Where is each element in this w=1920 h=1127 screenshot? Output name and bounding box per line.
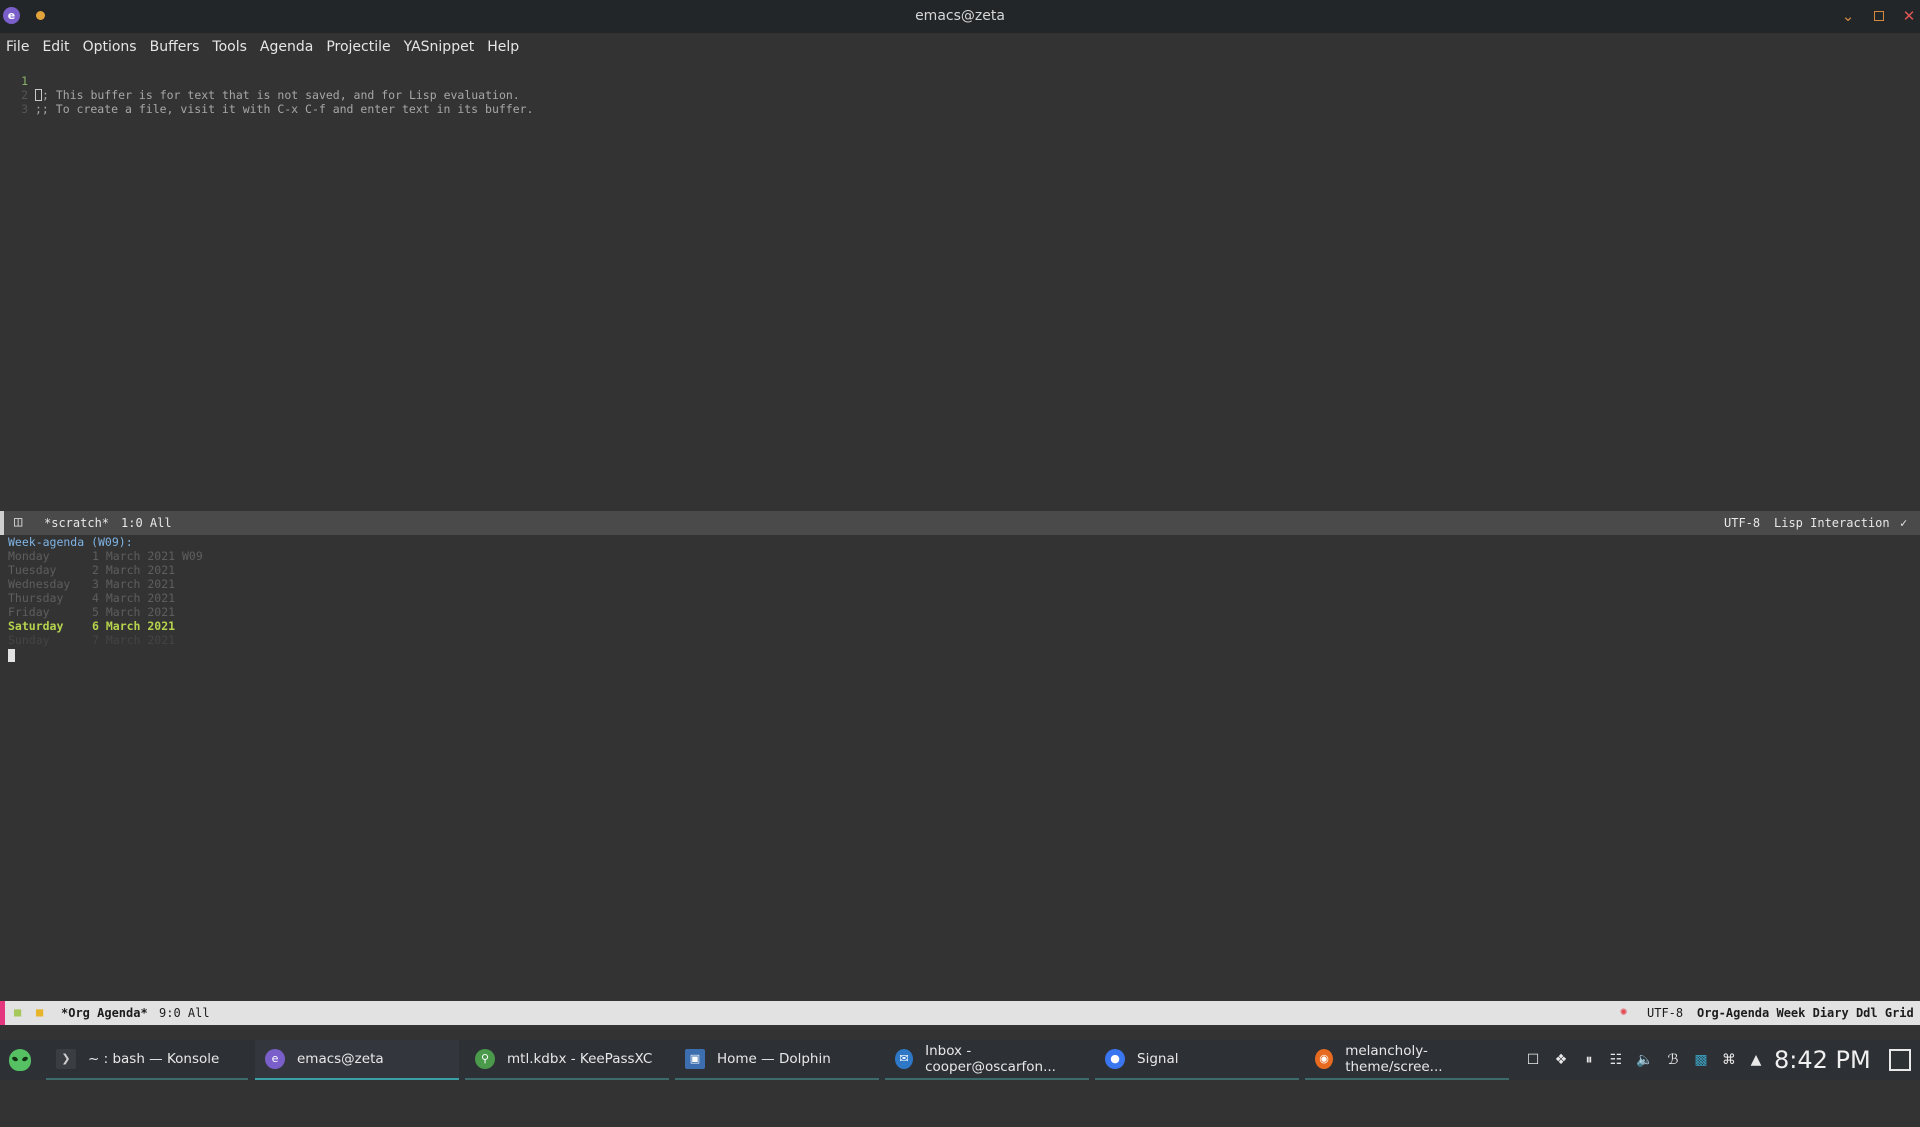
agenda-day-today[interactable]: Saturday	[8, 619, 63, 633]
block-cursor	[8, 649, 15, 662]
pause-icon[interactable]: ⏸	[1580, 1051, 1598, 1069]
menu-file[interactable]: File	[6, 39, 29, 55]
maximize-icon	[1874, 11, 1884, 21]
bluetooth-icon[interactable]: ℬ	[1664, 1051, 1682, 1069]
agenda-date: 4 March 2021	[92, 591, 176, 605]
expand-tray-icon[interactable]: ▲	[1747, 1051, 1765, 1069]
task-label: Home — Dolphin	[717, 1051, 831, 1067]
show-desktop-button[interactable]	[1889, 1049, 1911, 1071]
signal-icon: ●	[1105, 1049, 1125, 1069]
agenda-date: 7 March 2021	[92, 633, 176, 647]
modeline-encoding[interactable]: UTF-8	[1647, 1006, 1683, 1020]
buffer-line[interactable]: 1 ; This buffer is for text that is not …	[0, 60, 1920, 102]
modeline-position: 9:0 All	[159, 1006, 210, 1020]
task-label: ~ : bash — Konsole	[88, 1051, 220, 1067]
keepassxc-icon: ⚲	[475, 1049, 495, 1069]
task-emacs[interactable]: e emacs@zeta	[255, 1040, 459, 1080]
mail-icon: ✉	[895, 1049, 914, 1069]
clipboard-icon[interactable]: ☷	[1607, 1051, 1625, 1069]
terminal-icon: ❯	[56, 1049, 76, 1069]
menu-tools[interactable]: Tools	[212, 39, 247, 55]
agenda-date: 1 March 2021 W09	[92, 549, 203, 563]
modeline-indicator	[0, 1001, 5, 1025]
menu-edit[interactable]: Edit	[42, 39, 69, 55]
task-dolphin[interactable]: ▣ Home — Dolphin	[675, 1040, 879, 1080]
modeline-position: 1:0 All	[121, 516, 172, 530]
task-konsole[interactable]: ❯ ~ : bash — Konsole	[46, 1040, 248, 1080]
notifications-icon[interactable]: ☐	[1524, 1051, 1542, 1069]
task-label: melancholy-theme/scree...	[1345, 1043, 1443, 1075]
window-titlebar[interactable]: e emacs@zeta ⌄ ✕	[0, 0, 1920, 33]
window-title: emacs@zeta	[915, 8, 1005, 24]
scratch-buffer[interactable]: 1 ; This buffer is for text that is not …	[0, 60, 1920, 510]
task-label: emacs@zeta	[297, 1051, 384, 1067]
modeline-encoding[interactable]: UTF-8	[1724, 516, 1760, 530]
task-label: mtl.kdbx - KeePassXC	[507, 1051, 653, 1067]
line-number: 3	[21, 102, 28, 116]
folder-icon: ▣	[685, 1049, 705, 1069]
bug-icon: ✺	[1620, 1004, 1628, 1018]
line-text[interactable]: ;; To create a file, visit it with C-x C…	[35, 102, 534, 116]
task-label: Inbox - cooper@oscarfon...	[925, 1043, 1056, 1075]
firefox-icon: ◉	[1315, 1049, 1334, 1069]
agenda-day[interactable]: Friday	[8, 605, 50, 619]
menu-buffers[interactable]: Buffers	[150, 39, 200, 55]
modeline-buffer-name[interactable]: *scratch*	[44, 516, 109, 530]
task-signal[interactable]: ● Signal	[1095, 1040, 1299, 1080]
task-label: Signal	[1137, 1051, 1179, 1067]
dropbox-icon[interactable]: ❖	[1552, 1051, 1570, 1069]
lock-icon: ■	[36, 1005, 44, 1019]
buffer-icon: ◫	[14, 514, 23, 530]
clock[interactable]: 8:42 PM	[1774, 1046, 1871, 1074]
emacs-icon: e	[265, 1049, 285, 1069]
buffer-line[interactable]: 3	[0, 88, 1920, 116]
modeline-buffer-name[interactable]: *Org Agenda*	[61, 1006, 148, 1020]
modeline-major-mode[interactable]: Org-Agenda Week Diary Ddl Grid	[1697, 1006, 1914, 1020]
agenda-day[interactable]: Wednesday	[8, 577, 70, 591]
agenda-date: 2 March 2021	[92, 563, 176, 577]
agenda-date: 5 March 2021	[92, 605, 176, 619]
modeline-org-agenda[interactable]: ■ ■ *Org Agenda* 9:0 All ✺ UTF-8 Org-Age…	[0, 1001, 1920, 1025]
menu-agenda[interactable]: Agenda	[260, 39, 313, 55]
close-button[interactable]: ✕	[1899, 6, 1919, 26]
agenda-date: 3 March 2021	[92, 577, 176, 591]
checkmark-icon: ✓	[1900, 516, 1908, 530]
menu-yasnippet[interactable]: YASnippet	[404, 39, 475, 55]
volume-icon[interactable]: 🔈	[1636, 1051, 1654, 1069]
modeline-indicator	[0, 511, 4, 535]
task-firefox[interactable]: ◉ melancholy-theme/scree...	[1305, 1040, 1509, 1080]
agenda-day[interactable]: Thursday	[8, 591, 63, 605]
task-keepassxc[interactable]: ⚲ mtl.kdbx - KeePassXC	[465, 1040, 669, 1080]
wifi-icon[interactable]: ⌘	[1720, 1051, 1738, 1069]
maximize-button[interactable]	[1869, 6, 1889, 26]
menu-bar: File Edit Options Buffers Tools Agenda P…	[0, 33, 1920, 61]
menu-help[interactable]: Help	[487, 39, 519, 55]
buffer-line[interactable]: 2 ;; To create a file, visit it with C-x…	[0, 74, 1920, 116]
agenda-header: Week-agenda (W09):	[8, 535, 133, 549]
menu-options[interactable]: Options	[83, 39, 137, 55]
agenda-day[interactable]: Sunday	[8, 633, 50, 647]
modeline-major-mode[interactable]: Lisp Interaction	[1774, 516, 1890, 530]
agenda-day[interactable]: Monday	[8, 549, 50, 563]
menu-projectile[interactable]: Projectile	[326, 39, 390, 55]
taskbar: ❯ ~ : bash — Konsole e emacs@zeta ⚲ mtl.…	[0, 1040, 1920, 1080]
app-launcher-icon[interactable]	[9, 1049, 31, 1071]
org-agenda-buffer[interactable]: Week-agenda (W09): Monday 1 March 2021 W…	[0, 535, 1920, 1000]
agenda-day[interactable]: Tuesday	[8, 563, 56, 577]
task-mail[interactable]: ✉ Inbox - cooper@oscarfon...	[885, 1040, 1089, 1080]
agenda-date-today: 6 March 2021	[92, 619, 176, 633]
modeline-scratch[interactable]: ◫ *scratch* 1:0 All UTF-8 Lisp Interacti…	[0, 511, 1920, 535]
evil-state-icon: ■	[14, 1005, 22, 1019]
minimize-button[interactable]: ⌄	[1838, 6, 1858, 26]
kdeconnect-icon[interactable]: ▩	[1692, 1051, 1710, 1069]
